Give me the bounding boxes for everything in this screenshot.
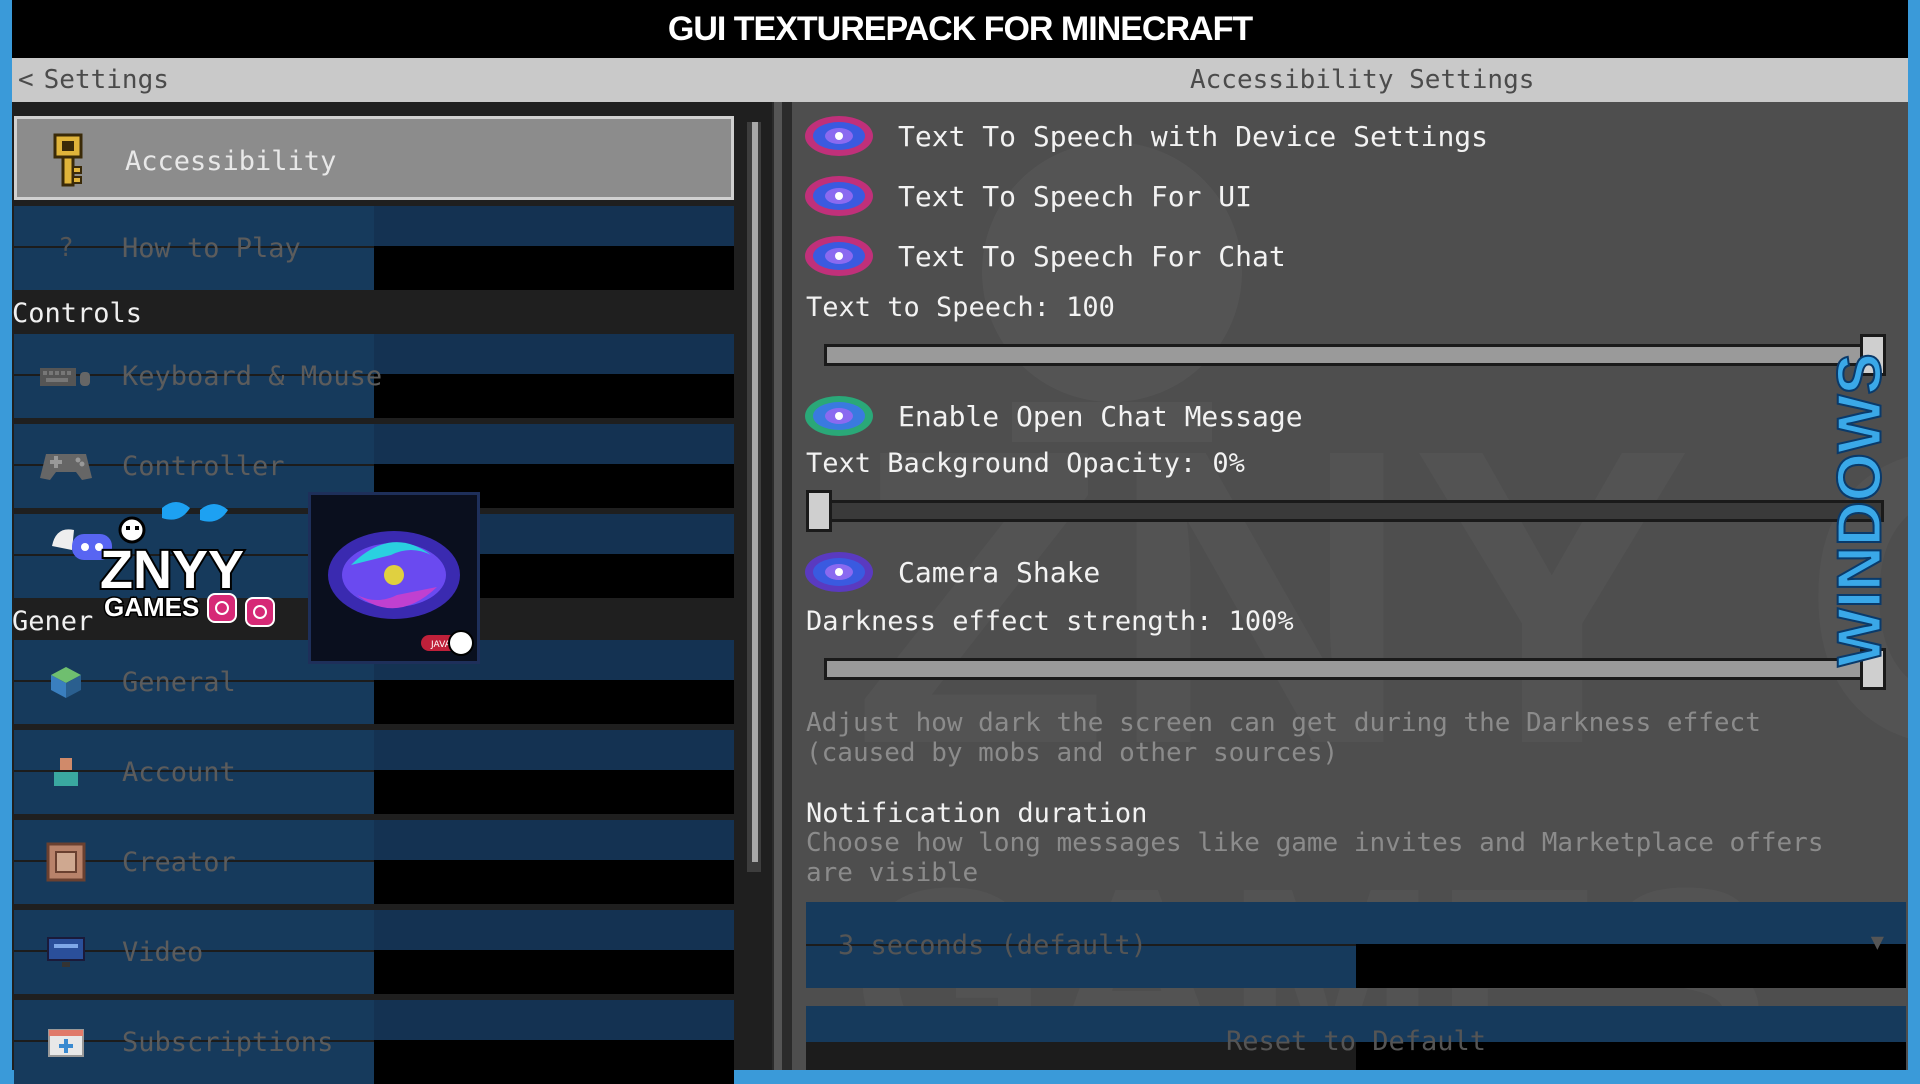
section-heading-general: Gener xyxy=(12,606,94,637)
galaxy-toggle-icon xyxy=(805,552,873,592)
subscriptions-icon xyxy=(38,1022,94,1062)
toggle-tts-device[interactable]: Text To Speech with Device Settings xyxy=(802,110,1488,162)
section-heading-controls: Controls xyxy=(12,298,143,329)
reset-to-default-button[interactable]: Reset to Default xyxy=(806,1006,1906,1070)
ghost-icon xyxy=(52,529,74,550)
sidebar-item-label: Subscriptions xyxy=(122,1026,334,1058)
settings-header: < Settings Accessibility Settings xyxy=(12,58,1908,102)
galaxy-icon: JAVA xyxy=(328,531,474,656)
sidebar-item-creator[interactable]: Creator xyxy=(14,820,734,904)
toggle-camera-shake[interactable]: Camera Shake xyxy=(802,546,1100,598)
galaxy-toggle-icon xyxy=(805,116,873,156)
cube-icon xyxy=(38,662,94,702)
bg-opacity-slider-track[interactable] xyxy=(824,500,1884,522)
toggle-label: Camera Shake xyxy=(898,555,1101,589)
back-label: Settings xyxy=(43,65,169,95)
keyboard-icon xyxy=(38,356,94,396)
bg-opacity-slider-label: Text Background Opacity: 0% xyxy=(806,448,1245,479)
galaxy-toggle-icon xyxy=(805,176,873,216)
sidebar-item-subscriptions[interactable]: Subscriptions xyxy=(14,1000,734,1084)
sidebar-item-how-to-play[interactable]: ? How to Play xyxy=(14,206,734,290)
back-button[interactable]: < Settings xyxy=(18,58,169,102)
sidebar-item-label: Controller xyxy=(122,450,285,482)
sidebar-item-label: Creator xyxy=(122,846,236,878)
sidebar-item-video[interactable]: Video xyxy=(14,910,734,994)
galaxy-pack-card: JAVA xyxy=(308,492,480,664)
sidebar-item-label: Accessibility xyxy=(125,145,337,177)
toggle-open-chat[interactable]: Enable Open Chat Message xyxy=(802,390,1303,442)
sidebar-item-label: Account xyxy=(122,756,236,788)
sidebar-item-keyboard-mouse[interactable]: Keyboard & Mouse xyxy=(14,334,734,418)
monitor-icon xyxy=(38,932,94,972)
reset-label: Reset to Default xyxy=(1225,1025,1487,1057)
key-icon xyxy=(41,133,97,187)
svg-text:GAMES: GAMES xyxy=(104,592,199,622)
svg-text:WINDOWS: WINDOWS xyxy=(1834,353,1894,666)
galaxy-toggle-on-icon xyxy=(805,396,873,436)
darkness-slider-label: Darkness effect strength: 100% xyxy=(806,606,1294,637)
toggle-label: Text To Speech with Device Settings xyxy=(898,119,1489,153)
toggle-tts-chat[interactable]: Text To Speech For Chat xyxy=(802,230,1286,282)
tts-slider-track[interactable] xyxy=(824,344,1884,366)
sidebar-item-label: Keyboard & Mouse xyxy=(122,360,383,392)
account-icon xyxy=(38,752,94,792)
toggle-label: Text To Speech For Chat xyxy=(898,239,1286,273)
page-title: Accessibility Settings xyxy=(1190,65,1535,95)
notification-duration-dropdown[interactable]: 3 seconds (default) ▼ xyxy=(806,902,1906,988)
sidebar-item-label: General xyxy=(122,666,236,698)
sidebar-item-label: Video xyxy=(122,936,204,968)
notification-heading: Notification duration xyxy=(806,798,1148,829)
galaxy-toggle-icon xyxy=(805,236,873,276)
sidebar-item-account[interactable]: Account xyxy=(14,730,734,814)
notification-description: Choose how long messages like game invit… xyxy=(806,828,1824,888)
toggle-label: Enable Open Chat Message xyxy=(898,399,1303,433)
tts-slider-label: Text to Speech: 100 xyxy=(806,292,1115,323)
darkness-slider-track[interactable] xyxy=(824,658,1884,680)
title-bar: GUI TEXTUREPACK FOR MINECRAFT xyxy=(12,0,1908,58)
settings-content: ZNY GAMES GAMES Text To Speech with Devi… xyxy=(792,102,1908,1070)
sidebar-scrollbar-thumb[interactable] xyxy=(752,122,758,862)
svg-text:ZNYY: ZNYY xyxy=(100,540,244,600)
toggle-label: Text To Speech For UI xyxy=(898,179,1253,213)
title-text: GUI TEXTUREPACK FOR MINECRAFT xyxy=(667,9,1253,48)
window-frame: GUI TEXTUREPACK FOR MINECRAFT < Settings… xyxy=(12,0,1908,1084)
panel-divider xyxy=(774,102,782,1070)
dropdown-value: 3 seconds (default) xyxy=(838,929,1147,961)
question-icon: ? xyxy=(58,233,74,263)
windows-side-text: WINDOWS xyxy=(1834,352,1894,667)
chevron-left-icon: < xyxy=(18,65,34,95)
mascot-icon xyxy=(118,516,146,544)
bg-opacity-slider-thumb[interactable] xyxy=(806,490,832,532)
command-block-icon xyxy=(38,842,94,882)
darkness-description: Adjust how dark the screen can get durin… xyxy=(806,708,1761,768)
gamepad-icon xyxy=(38,446,94,486)
toggle-tts-ui[interactable]: Text To Speech For UI xyxy=(802,170,1252,222)
sidebar-item-label: How to Play xyxy=(122,232,301,264)
chevron-down-icon: ▼ xyxy=(1870,930,1884,955)
sidebar-item-accessibility[interactable]: Accessibility xyxy=(14,116,734,200)
